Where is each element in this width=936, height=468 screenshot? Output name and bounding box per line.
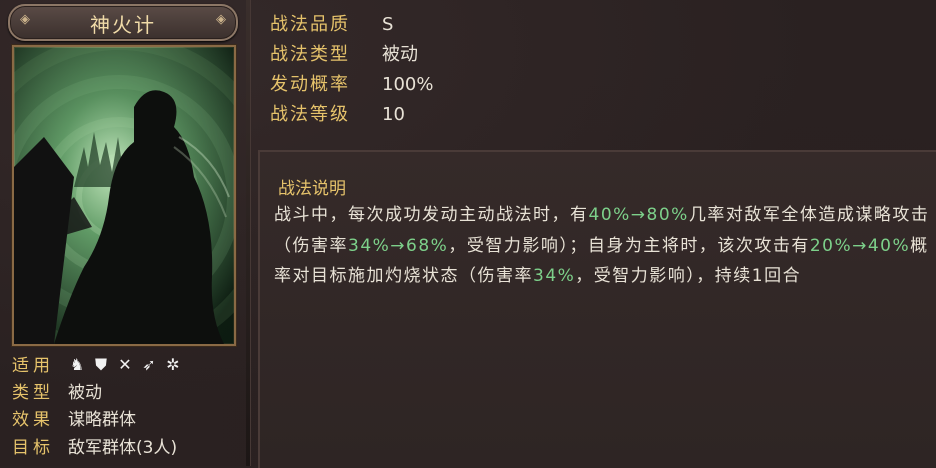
info-level-value: 10	[382, 104, 405, 125]
description-segment: 战斗中，每次成功发动主动战法时，有	[274, 205, 589, 225]
description-segment: ，受智力影响），持续1回合	[575, 266, 802, 286]
description-panel: 战法说明 战斗中，每次成功发动主动战法时，有40%→80%几率对敌军全体造成谋略…	[258, 150, 936, 468]
skill-portrait	[12, 45, 236, 346]
strategist-silhouette-image	[14, 47, 234, 344]
attr-target-row: 目标 敌军群体(3人)	[12, 436, 177, 460]
info-rate-value: 100%	[382, 74, 434, 95]
shield-icon: ⛊	[94, 355, 107, 374]
info-quality-value: S	[382, 14, 394, 35]
ornament-icon: ◈	[216, 12, 226, 27]
info-quality-row: 战法品质 S	[270, 10, 393, 40]
description-segment: ，受智力影响）；自身为主将时，该次攻击有	[448, 235, 810, 256]
info-quality-label: 战法品质	[270, 14, 350, 35]
description-highlight: 34%→68%	[348, 235, 449, 256]
panel-divider	[246, 0, 250, 466]
info-level-row: 战法等级 10	[270, 100, 405, 130]
info-rate-label: 发动概率	[270, 74, 350, 95]
bow-icon: ✕	[118, 355, 132, 374]
info-kind-row: 战法类型 被动	[270, 40, 418, 70]
cavalry-icon: ♞	[69, 355, 85, 374]
description-highlight: 20%→40%	[809, 235, 911, 256]
description-highlight: 40%→80%	[588, 205, 689, 225]
wheel-icon: ✲	[166, 355, 180, 374]
troop-type-icons: ♞ ⛊ ✕ ➶ ✲	[68, 356, 182, 374]
info-kind-value: 被动	[382, 44, 418, 65]
skill-title-plate: ◈ 神火计 ◈	[8, 4, 238, 41]
attr-type-row: 类型 被动	[12, 381, 102, 405]
info-rate-row: 发动概率 100%	[270, 70, 433, 100]
attr-target-label: 目标	[12, 438, 54, 458]
description-text: 战斗中，每次成功发动主动战法时，有40%→80%几率对敌军全体造成谋略攻击（伤害…	[274, 200, 934, 292]
attr-type-label: 类型	[12, 383, 54, 403]
skill-name: 神火计	[90, 13, 156, 37]
attr-applicable-row: 适用 ♞ ⛊ ✕ ➶ ✲	[12, 354, 180, 378]
description-highlight: 34%	[533, 266, 576, 286]
info-kind-label: 战法类型	[270, 44, 350, 65]
description-title: 战法说明	[278, 179, 346, 199]
attr-effect-value: 谋略群体	[68, 410, 136, 430]
attr-effect-label: 效果	[12, 410, 54, 430]
spear-icon: ➶	[142, 355, 156, 374]
attr-effect-row: 效果 谋略群体	[12, 408, 136, 432]
attr-applicable-label: 适用	[12, 356, 54, 376]
info-level-label: 战法等级	[270, 104, 350, 125]
attr-type-value: 被动	[68, 383, 102, 403]
attr-target-value: 敌军群体(3人)	[68, 438, 178, 458]
